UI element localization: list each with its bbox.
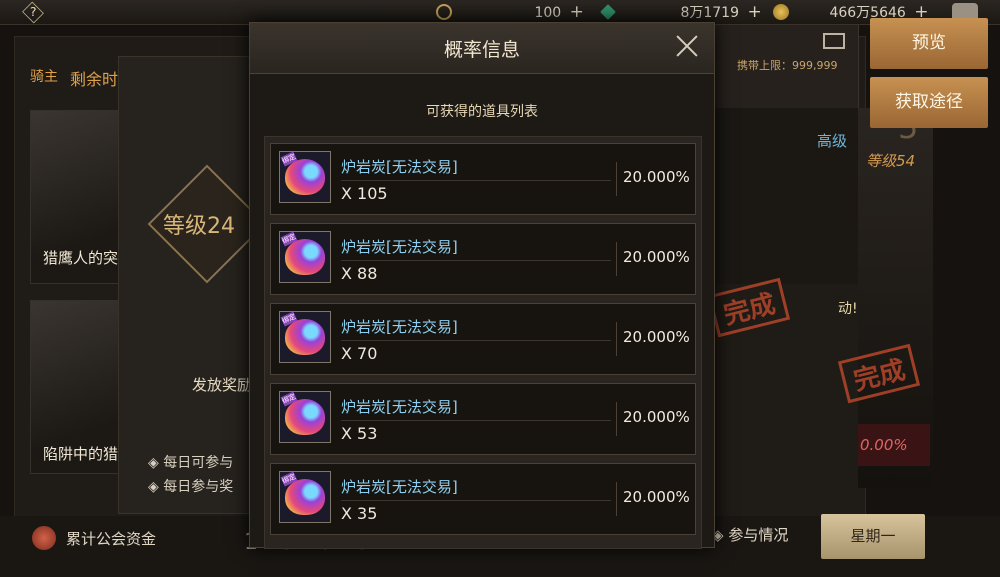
currency-crystal: 8万1719 + [600,2,762,22]
gem-icon [285,159,325,195]
item-quantity: X 53 [341,424,378,443]
divider [616,322,617,356]
tab-owner[interactable]: 骑主 [30,66,58,86]
item-quantity: X 88 [341,264,378,283]
distribute-reward-label: 发放奖励 [192,376,253,394]
coal-item-icon[interactable]: 绑定 [279,471,331,523]
participation-label: 参与情况 [728,526,789,544]
item-name: 炉岩炭[无法交易] [341,158,458,176]
item-probability: 20.000% [623,488,690,506]
remaining-time-label: 剩余时 [70,70,119,89]
rule-line-1-text: 每日可参与 [163,455,234,471]
add-coupon-button[interactable]: + [570,2,584,22]
right-character-card: 5 等级54 0.00% [858,108,933,488]
coal-item-icon[interactable]: 绑定 [279,391,331,443]
level-badge: 等级24 [163,214,235,239]
weekday-button[interactable]: 星期一 [821,514,925,559]
gem-icon [285,479,325,515]
gem-icon [285,239,325,275]
gem-icon [285,399,325,435]
list-item: 绑定 炉岩炭[无法交易] X 70 20.000% [270,303,696,375]
item-quantity: X 70 [341,344,378,363]
divider [341,260,611,261]
level54-label: 等级54 [866,152,916,170]
coal-item-icon[interactable]: 绑定 [279,151,331,203]
guild-funds-icon [32,526,56,550]
modal-title: 概率信息 [443,39,520,61]
currency-coupon: 100 + [436,2,584,22]
crystal-icon [600,4,616,20]
item-name: 炉岩炭[无法交易] [341,478,458,496]
item-quantity: X 35 [341,504,378,523]
preview-button[interactable]: 预览 [870,18,988,69]
item-probability: 20.000% [623,168,690,186]
rule-line-1: ◈ 每日可参与 [148,455,234,471]
divider [616,242,617,276]
quest-card-2-title: 陷阱中的猎 [43,445,119,463]
add-crystal-button[interactable]: + [747,2,761,22]
advanced-label: 高级 [817,132,848,150]
side-detail-panel [118,56,260,514]
notice-text: 动! [838,301,858,317]
list-item: 绑定 炉岩炭[无法交易] X 105 20.000% [270,143,696,215]
divider [341,340,611,341]
coupon-icon [436,4,452,20]
gem-icon [285,319,325,355]
reward-card-right: 高级 [713,108,858,284]
list-item: 绑定 炉岩炭[无法交易] X 35 20.000% [270,463,696,535]
divider [616,162,617,196]
crystal-amount: 8万1719 [680,5,739,21]
probability-info-modal: 概率信息 可获得的道具列表 绑定 炉岩炭[无法交易] X 105 20.000%… [249,22,715,549]
help-icon[interactable]: ? [22,1,44,24]
gold-coin-icon [773,4,789,20]
item-probability: 20.000% [623,328,690,346]
rule-line-2-text: 每日参与奖 [163,479,234,495]
guild-funds-label: 累计公会资金 [66,530,157,548]
rule-line-2: ◈ 每日参与奖 [148,479,234,495]
item-name: 炉岩炭[无法交易] [341,238,458,256]
divider [341,500,611,501]
obtain-method-button[interactable]: 获取途径 [870,77,988,128]
item-name: 炉岩炭[无法交易] [341,318,458,336]
share-icon[interactable] [823,33,845,49]
coupon-amount: 100 [534,5,562,21]
percent-badge: 0.00% [860,436,908,454]
close-icon[interactable] [674,33,700,59]
divider [341,420,611,421]
divider [616,482,617,516]
coal-item-icon[interactable]: 绑定 [279,311,331,363]
carry-limit-text: 携带上限：999,999 [737,59,838,72]
list-item: 绑定 炉岩炭[无法交易] X 53 20.000% [270,383,696,455]
item-name: 炉岩炭[无法交易] [341,398,458,416]
divider [616,402,617,436]
item-quantity: X 105 [341,184,388,203]
quest-card-1-title: 猎鹰人的突 [43,249,119,267]
divider [341,180,611,181]
item-list[interactable]: 绑定 炉岩炭[无法交易] X 105 20.000% 绑定 炉岩炭[无法交易] … [264,136,702,549]
item-probability: 20.000% [623,408,690,426]
coal-item-icon[interactable]: 绑定 [279,231,331,283]
item-list-subtitle: 可获得的道具列表 [426,104,538,120]
list-item: 绑定 炉岩炭[无法交易] X 88 20.000% [270,223,696,295]
participation-link[interactable]: ◈ 参与情况 [712,524,788,545]
item-probability: 20.000% [623,248,690,266]
carry-limit-panel: 携带上限：999,999 [712,24,859,110]
